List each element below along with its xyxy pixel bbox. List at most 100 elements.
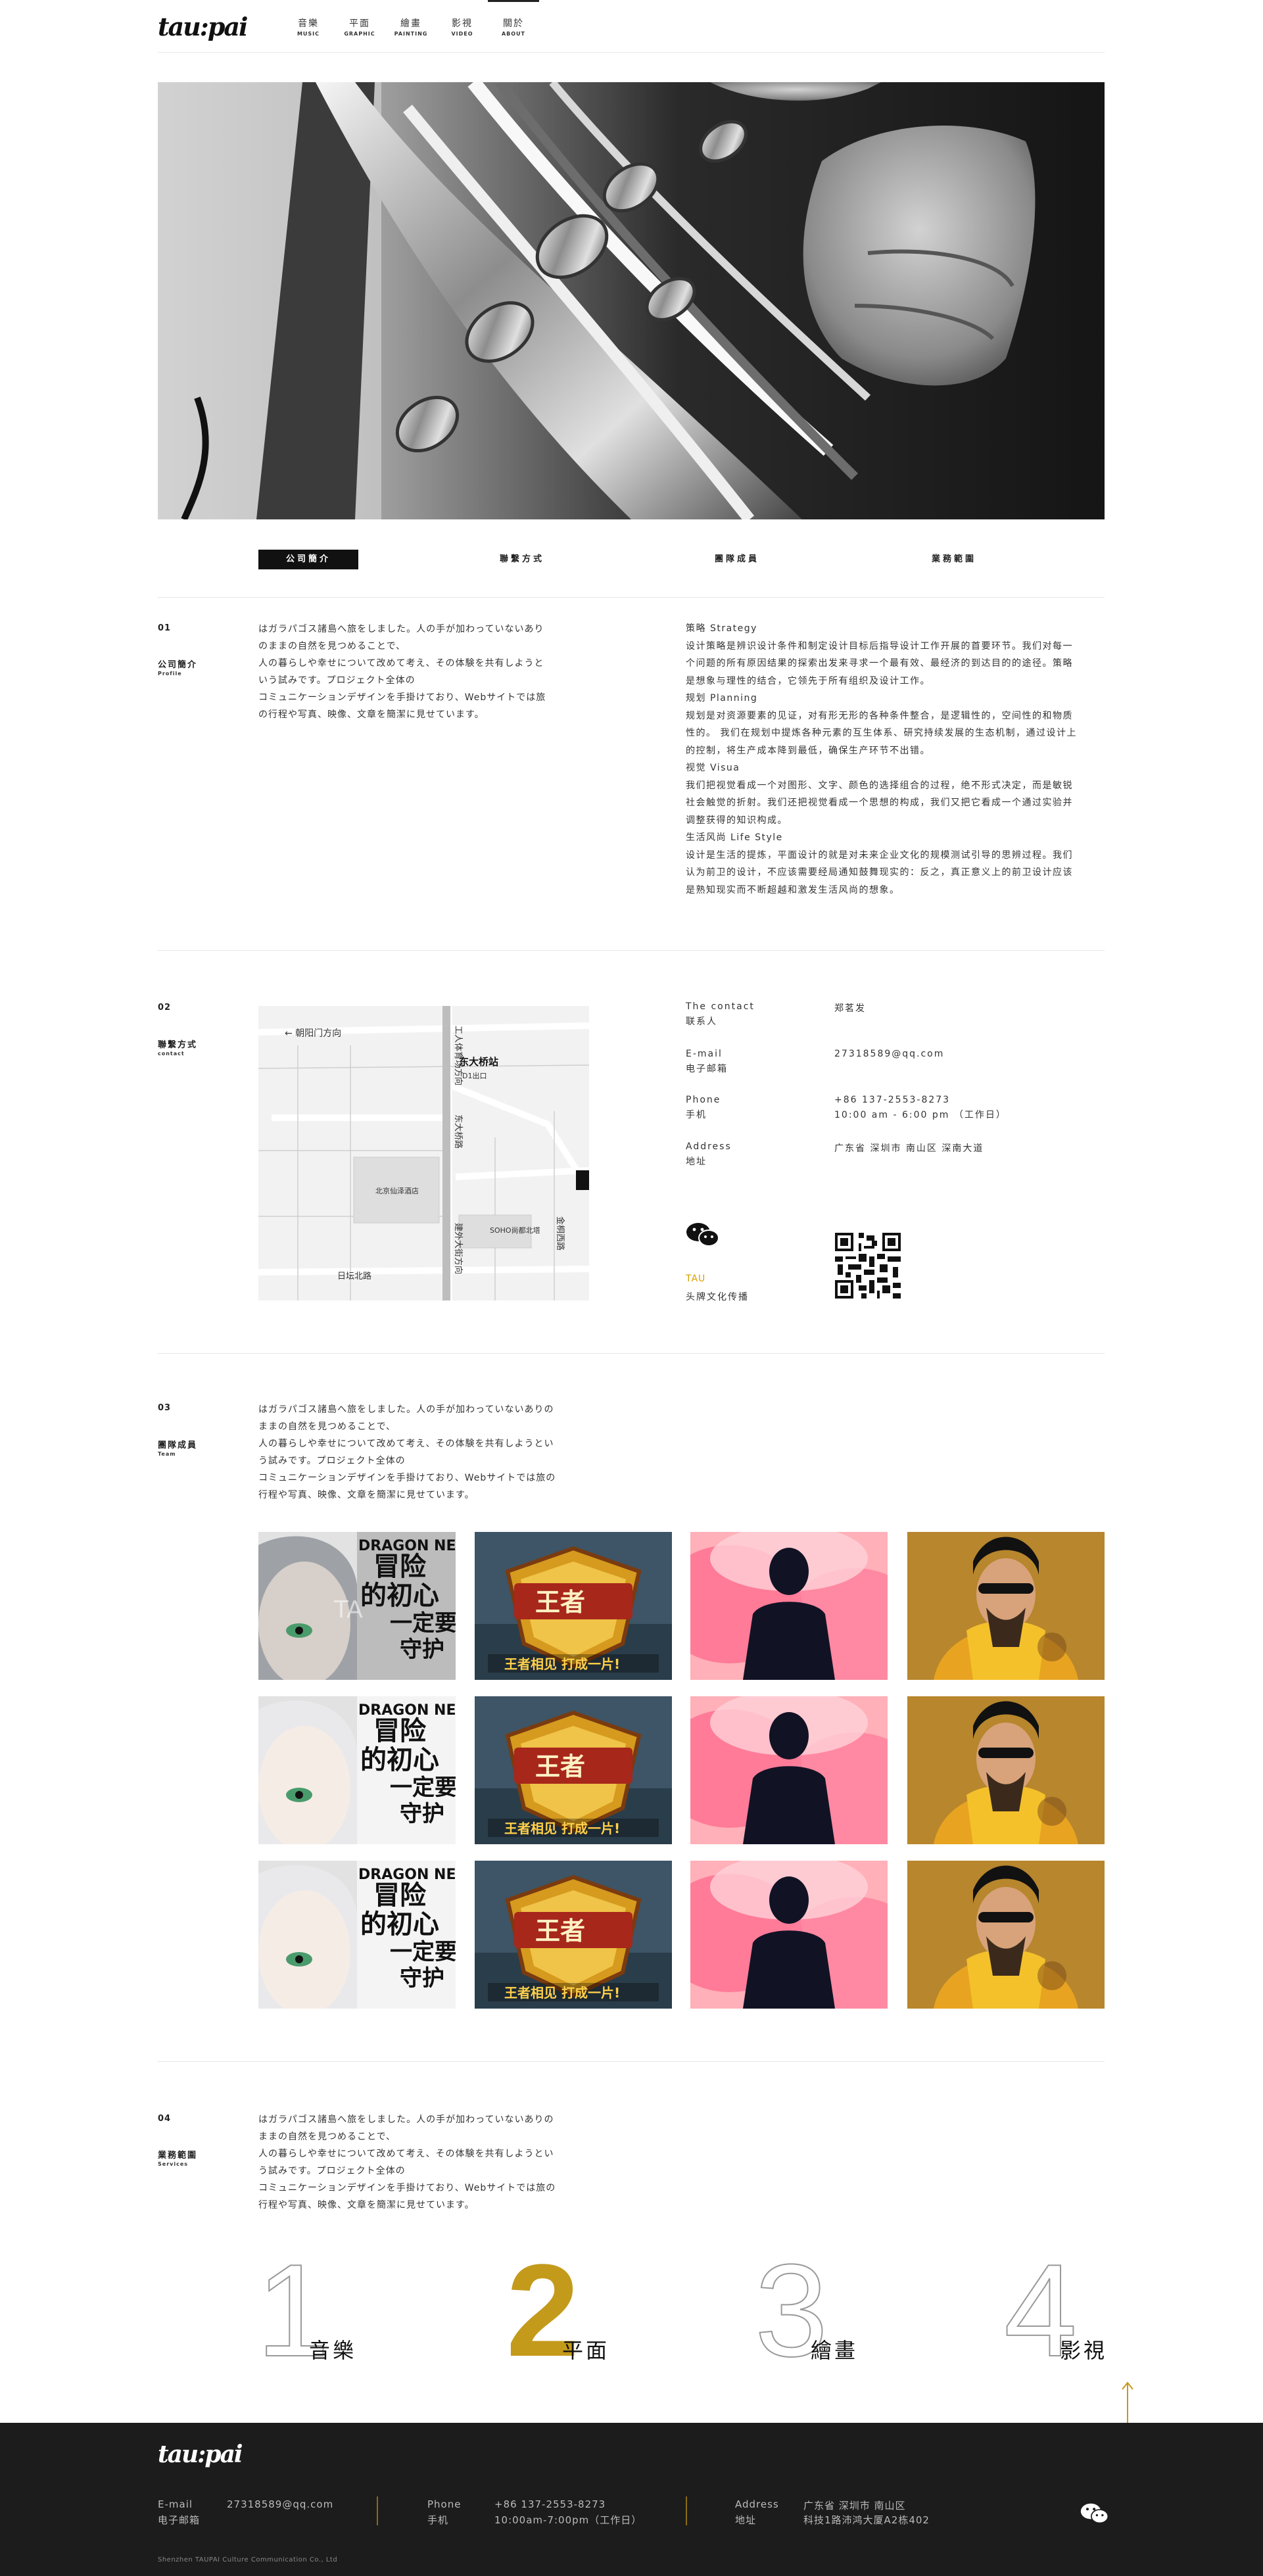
strategy-text: 策略 Strategy 设计策略是辨识设计条件和制定设计目标后指导设计工作开展的… — [686, 620, 1105, 899]
wechat-icon[interactable] — [686, 1222, 720, 1248]
dragon-nest-line: 守护 — [400, 1801, 444, 1827]
text-line: はガラパゴス諸島へ旅をしました。人の手が加わっていないありの — [258, 1404, 554, 1415]
strategy-heading: 规划 Planning — [686, 693, 758, 704]
map-label-station: 东大桥站 — [459, 1056, 498, 1068]
footer-wechat-icon[interactable] — [1080, 2502, 1109, 2525]
map-label-road: 工人体育场方向 — [453, 1026, 464, 1085]
team-thumbnail[interactable] — [907, 1861, 1105, 2009]
map-label-road: 建外大街方向 — [453, 1223, 464, 1274]
jk-slogan: 王者相见 打成一片! — [504, 1656, 620, 1672]
nav-label: 繪畫 — [400, 18, 421, 29]
footer-phone-value[interactable]: +86 137-2553-8273 — [494, 2498, 606, 2510]
dragon-nest-line: 冒险 — [373, 1716, 427, 1746]
contact-key: The contact — [686, 1001, 755, 1012]
jk-slogan: 王者相见 打成一片! — [504, 1985, 620, 2001]
contact-value[interactable]: 27318589@qq.com — [834, 1049, 944, 1059]
nav-item-graphic[interactable]: 平面 GRAPHIC — [334, 0, 385, 53]
contact-value[interactable]: +86 137-2553-8273 — [834, 1095, 950, 1105]
team-thumbnail[interactable]: DRAGON NEST冒险的初心一定要守护 — [258, 1696, 456, 1844]
section-number: 03 — [158, 1403, 172, 1413]
divider — [158, 2061, 1105, 2062]
team-text: はガラパゴス諸島へ旅をしました。人の手が加わっていないありの ままの自然を見つめ… — [258, 1401, 594, 1504]
dragon-nest-line: 的初心 — [360, 1745, 439, 1775]
strategy-line: 设计策略是辨识设计条件和制定设计目标后指导设计工作开展的首要环节。我们对每一 — [686, 640, 1073, 652]
section-number: 01 — [158, 623, 172, 633]
footer-logo[interactable]: tau:pai — [158, 2441, 243, 2468]
thumbnail-image — [907, 1696, 1105, 1844]
team-thumbnail[interactable]: 王者 王者相见 打成一片! — [475, 1696, 672, 1844]
team-thumbnail[interactable] — [690, 1696, 888, 1844]
section-subtitle: Profile — [158, 671, 182, 677]
site-footer: tau:pai E-mail 电子邮箱 27318589@qq.com Phon… — [0, 2423, 1263, 2576]
map-label-exit: D1出口 — [462, 1071, 487, 1080]
section-title: 團隊成員 — [158, 1441, 198, 1450]
nav-item-music[interactable]: 音樂 MUSIC — [283, 0, 334, 53]
strategy-line: 性的。 我们在规划中提炼各种元素的互生体系、研究持续发展的生态机制，通过设计上 — [686, 728, 1077, 738]
footer-phone-key-cn: 手机 — [427, 2514, 449, 2526]
strategy-line: 调整获得的知识构成。 — [686, 815, 788, 826]
contact-value-hours: 10:00 am - 6:00 pm （工作日） — [834, 1110, 1007, 1120]
location-map[interactable]: ← 朝阳门方向 东大桥站 D1出口 北京仙泽酒店 SOHO尚都北塔 日坛北路 工… — [258, 1006, 589, 1300]
team-thumbnail[interactable]: 王者王者相见 打成一片! — [475, 1861, 672, 2009]
tab-team[interactable]: 團隊成員 — [687, 550, 787, 569]
footer-divider — [377, 2496, 378, 2525]
nav-item-video[interactable]: 影視 VIDEO — [437, 0, 488, 53]
text-line: のままの自然を見つめることで、 — [258, 641, 406, 652]
service-music[interactable]: 1 音樂 — [256, 2245, 401, 2377]
text-line: いう試みです。プロジェクト全体の — [258, 675, 416, 686]
section-subtitle: contact — [158, 1051, 185, 1057]
text-line: う試みです。プロジェクト全体の — [258, 1456, 406, 1466]
team-thumbnail[interactable] — [907, 1696, 1105, 1844]
service-painting[interactable]: 3 繪畫 — [754, 2245, 899, 2377]
nav-item-painting[interactable]: 繪畫 PAINTING — [385, 0, 437, 53]
footer-divider — [686, 2496, 687, 2525]
map-label-poi2: SOHO尚都北塔 — [490, 1226, 540, 1235]
team-thumbnail[interactable]: DRAGON NEST冒险的初心一定要守护 — [258, 1861, 456, 2009]
strategy-line: 的控制，将生产成本降到最低，确保生产环节不出错。 — [686, 745, 930, 756]
team-thumbnail[interactable] — [690, 1861, 888, 2009]
service-label: 繪畫 — [811, 2338, 859, 2363]
strategy-heading: 生活风尚 Life Style — [686, 832, 783, 843]
text-line: ままの自然を見つめることで、 — [258, 2132, 396, 2142]
footer-hours: 10:00am-7:00pm（工作日） — [494, 2514, 642, 2526]
footer-address-line1: 广东省 深圳市 南山区 — [803, 2500, 906, 2512]
map-label-road: 日坛北路 — [337, 1271, 371, 1281]
divider — [158, 1353, 1105, 1354]
team-thumbnail[interactable]: DRAGON NEST冒险的初心一定要守护TA — [258, 1532, 456, 1680]
tab-contact[interactable]: 聯繫方式 — [472, 550, 572, 569]
contact-key: Address — [686, 1141, 732, 1152]
footer-email-value[interactable]: 27318589@qq.com — [227, 2498, 333, 2510]
watermark-text: TA — [333, 1596, 363, 1623]
nav-item-about[interactable]: 關於 ABOUT — [488, 0, 539, 53]
contact-key-cn: 联系人 — [686, 1016, 717, 1027]
strategy-line: 是熟知现实而不断超越和激发生活风尚的想象。 — [686, 884, 900, 895]
service-label: 平面 — [562, 2338, 610, 2363]
nav-sublabel: GRAPHIC — [344, 31, 375, 37]
service-graphic[interactable]: 2 平面 — [506, 2245, 651, 2377]
jk-emblem-text: 王者 — [535, 1917, 585, 1945]
thumbnail-image: 王者王者相见 打成一片! — [475, 1696, 672, 1844]
tab-services[interactable]: 業務範圍 — [904, 550, 1004, 569]
text-line: 人の暮らしや幸せについて改めて考え、その体験を共有しようと — [258, 658, 544, 669]
strategy-heading: 视觉 Visua — [686, 763, 740, 773]
text-line: ままの自然を見つめることで、 — [258, 1421, 396, 1432]
map-label-road: 东大桥路 — [453, 1114, 464, 1149]
service-video[interactable]: 4 影視 — [1003, 2245, 1149, 2377]
tab-profile[interactable]: 公司簡介 — [258, 550, 358, 569]
text-line: コミュニケーションデザインを手掛けており、Webサイトでは旅の — [258, 2183, 556, 2193]
nav-sublabel: VIDEO — [451, 31, 473, 37]
strategy-line: 社会触觉的折射。我们还把视觉看成一个思想的构成，我们又把它看成一个通过实验并 — [686, 798, 1073, 808]
nav-sublabel: PAINTING — [394, 31, 428, 37]
team-thumbnail[interactable] — [690, 1532, 888, 1680]
strategy-line: 个问题的所有原因结果的探索出发来寻求一个最有效、最经济的到达目的的途径。策略 — [686, 658, 1073, 669]
section-subtitle: Team — [158, 1451, 176, 1457]
text-line: コミュニケーションデザインを手掛けており、Webサイトでは旅 — [258, 692, 546, 703]
thumbnail-image — [690, 1532, 888, 1680]
logo[interactable]: tau:pai — [158, 12, 248, 41]
map-label-poi1: 北京仙泽酒店 — [375, 1186, 419, 1195]
team-gallery: DRAGON NEST冒险的初心一定要守护TA王者王者相见 打成一片!DRAGO… — [258, 1532, 1105, 2009]
team-thumbnail[interactable]: 王者 王者相见 打成一片! — [475, 1532, 672, 1680]
text-line: 行程や写真、映像、文章を簡潔に見せています。 — [258, 2200, 475, 2210]
team-thumbnail[interactable] — [907, 1532, 1105, 1680]
company-name: 头牌文化传播 — [686, 1292, 749, 1302]
